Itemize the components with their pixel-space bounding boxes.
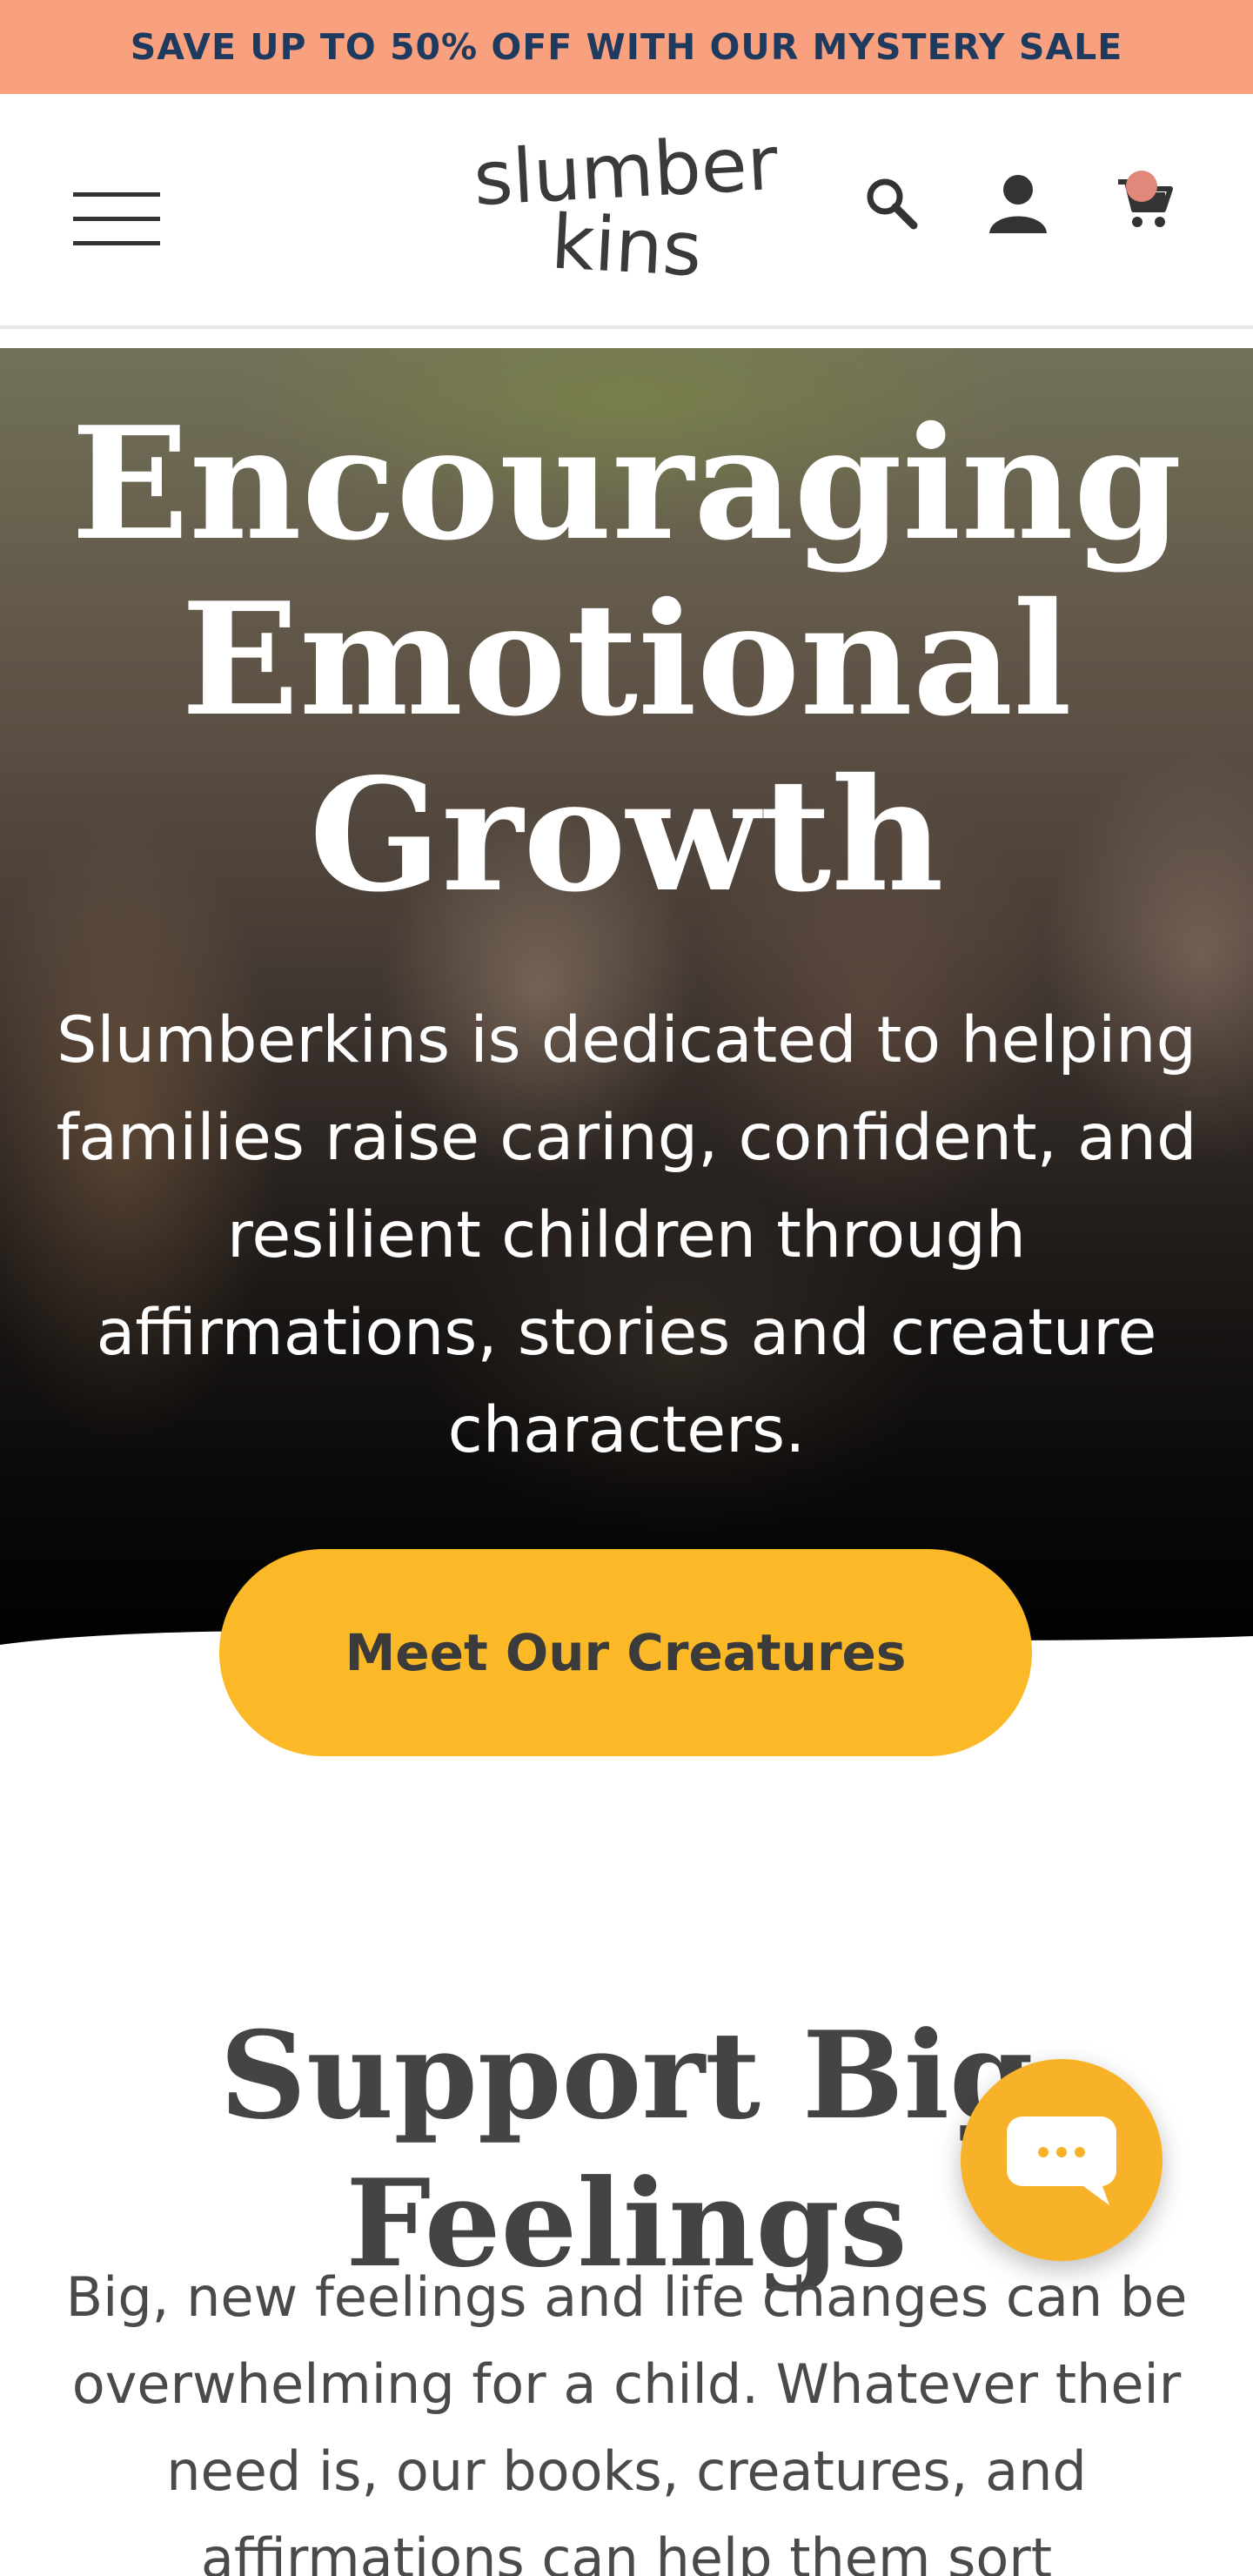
search-icon[interactable] — [856, 168, 926, 238]
hero-title: Encouraging Emotional Growth — [0, 396, 1253, 923]
hamburger-menu-icon[interactable] — [73, 192, 160, 246]
logo-line-2: kins — [549, 199, 704, 291]
slumberkins-logo[interactable]: slumber kins — [452, 117, 801, 291]
hero-title-line: Encouraging — [70, 392, 1183, 574]
chat-bubble-icon — [1007, 2116, 1116, 2205]
chat-button[interactable] — [961, 2059, 1163, 2261]
cart-badge — [1126, 171, 1157, 202]
hero-title-line: Emotional — [181, 568, 1072, 750]
cta-label: Meet Our Creatures — [345, 1623, 907, 1682]
hero-description: Slumberkins is dedicated to helping fami… — [56, 1003, 1197, 1467]
hero-title-line: Growth — [309, 744, 944, 926]
account-icon[interactable] — [983, 168, 1053, 238]
section-description: Big, new feelings and life changes can b… — [65, 2265, 1188, 2576]
announcement-bar[interactable]: SAVE UP TO 50% OFF WITH OUR MYSTERY SALE — [0, 0, 1253, 94]
site-header: slumber kins — [0, 94, 1253, 329]
meet-our-creatures-button[interactable]: Meet Our Creatures — [219, 1549, 1032, 1756]
announcement-text: SAVE UP TO 50% OFF WITH OUR MYSTERY SALE — [130, 26, 1123, 68]
